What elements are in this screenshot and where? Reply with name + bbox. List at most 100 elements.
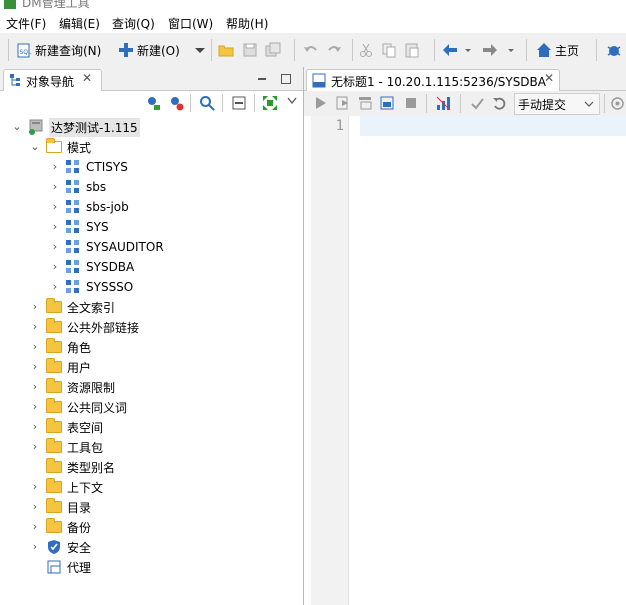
tree-item-contexts[interactable]: › 上下文 (30, 477, 103, 497)
folder-icon (46, 518, 62, 533)
tree-item-schema-folder[interactable]: ⌄ 模式 (30, 137, 91, 157)
copy-icon[interactable] (381, 42, 397, 58)
menu-edit[interactable]: 编辑(E) (59, 15, 100, 32)
rollback-icon[interactable] (492, 96, 507, 111)
tree-item-public-synonyms[interactable]: › 公共同义词 (30, 397, 127, 417)
search-icon[interactable] (199, 95, 215, 111)
forward-dropdown-icon[interactable] (503, 42, 519, 58)
tree-item-public-external-links[interactable]: › 公共外部链接 (30, 317, 139, 337)
tree-item-schema[interactable]: › sbs-job (50, 197, 129, 217)
maximize-icon[interactable] (280, 73, 292, 85)
chevron-right-icon[interactable]: › (30, 321, 40, 332)
chevron-right-icon[interactable]: › (30, 361, 40, 372)
undo-icon[interactable] (303, 42, 319, 58)
tree-item-directories[interactable]: › 目录 (30, 497, 91, 517)
debug-icon[interactable] (606, 42, 622, 58)
tree-item-label: sbs-job (86, 200, 129, 214)
tree-item-label: 类型别名 (67, 460, 116, 475)
chevron-right-icon[interactable]: › (50, 161, 60, 172)
statistics-icon[interactable] (436, 96, 451, 111)
back-arrow-icon[interactable] (442, 42, 458, 58)
chevron-right-icon[interactable]: › (30, 421, 40, 432)
tree-item-proxy[interactable]: 代理 (46, 557, 91, 577)
chevron-right-icon[interactable]: › (30, 441, 40, 452)
chevron-right-icon[interactable]: › (30, 301, 40, 312)
close-icon[interactable]: ✕ (82, 71, 92, 85)
commit-mode-select[interactable]: 手动提交 (514, 93, 600, 115)
chevron-down-icon (584, 101, 594, 107)
commit-check-icon[interactable] (470, 96, 485, 111)
tree-item-tablespaces[interactable]: › 表空间 (30, 417, 103, 437)
collapse-all-icon[interactable] (231, 95, 247, 111)
chevron-right-icon[interactable]: › (50, 221, 60, 232)
new-dropdown-icon[interactable] (192, 42, 208, 58)
tree-item-resource-limits[interactable]: › 资源限制 (30, 377, 115, 397)
menu-query[interactable]: 查询(Q) (112, 15, 155, 32)
chevron-right-icon[interactable]: › (30, 521, 40, 532)
close-icon[interactable]: ✕ (544, 71, 554, 85)
app-icon (4, 0, 16, 9)
settings-icon[interactable] (610, 96, 625, 111)
sql-editor[interactable]: 1 (304, 116, 626, 605)
tab-sql-editor[interactable]: 无标题1 - 10.20.1.115:5236/SYSDBA ✕ (306, 69, 560, 91)
menu-file[interactable]: 文件(F) (6, 15, 46, 32)
folder-icon (46, 418, 62, 433)
stop-icon[interactable] (404, 96, 418, 110)
expand-view-icon[interactable] (262, 95, 278, 111)
tree-item-security[interactable]: › 安全 (30, 537, 91, 557)
chevron-right-icon[interactable]: › (50, 281, 60, 292)
tree-item-schema[interactable]: › SYSDBA (50, 257, 134, 277)
explain-icon[interactable] (380, 96, 394, 110)
tree-item-users[interactable]: › 用户 (30, 357, 91, 377)
save-icon[interactable] (242, 42, 258, 58)
tree-item-schema[interactable]: › SYS (50, 217, 109, 237)
chevron-right-icon[interactable]: › (30, 501, 40, 512)
tree-item-packages[interactable]: › 工具包 (30, 437, 103, 457)
chevron-right-icon[interactable]: › (30, 401, 40, 412)
current-line-highlight (360, 116, 626, 136)
cut-icon[interactable] (358, 42, 374, 58)
run-icon[interactable] (314, 96, 328, 110)
chevron-right-icon[interactable]: › (50, 241, 60, 252)
forward-arrow-icon[interactable] (482, 42, 498, 58)
connect-icon[interactable] (145, 95, 161, 111)
folder-icon (46, 498, 62, 513)
tree-item-fulltext-index[interactable]: › 全文索引 (30, 297, 115, 317)
tree-root-connection[interactable]: ⌄ 达梦测试-1.115 (12, 117, 140, 137)
tab-object-navigator[interactable]: 对象导航 ✕ (3, 69, 102, 91)
menu-help[interactable]: 帮助(H) (226, 15, 268, 32)
chevron-right-icon[interactable]: › (30, 341, 40, 352)
chevron-right-icon[interactable]: › (50, 261, 60, 272)
redo-icon[interactable] (326, 42, 342, 58)
chevron-down-icon[interactable]: ⌄ (30, 141, 40, 152)
new-button[interactable]: 新建(O) (118, 40, 180, 60)
chevron-down-icon[interactable]: ⌄ (12, 121, 22, 132)
paste-icon[interactable] (404, 42, 420, 58)
view-menu-icon[interactable] (286, 95, 298, 107)
save-all-icon[interactable] (265, 42, 281, 58)
back-dropdown-icon[interactable] (460, 42, 476, 58)
tree-item-roles[interactable]: › 角色 (30, 337, 91, 357)
run-selection-icon[interactable] (358, 96, 372, 110)
tree-item-schema[interactable]: › SYSSSO (50, 277, 133, 297)
run-script-icon[interactable] (336, 96, 350, 110)
tree-item-label: 模式 (67, 140, 92, 155)
chevron-right-icon[interactable]: › (50, 181, 60, 192)
tree-item-schema[interactable]: › CTISYS (50, 157, 128, 177)
menu-window[interactable]: 窗口(W) (168, 15, 213, 32)
tree-item-type-aliases[interactable]: 类型别名 (46, 457, 115, 477)
tree-item-schema[interactable]: › sbs (50, 177, 106, 197)
tree-item-backups[interactable]: › 备份 (30, 517, 91, 537)
minimize-icon[interactable] (256, 73, 268, 85)
toolbar-separator (460, 94, 461, 113)
chevron-right-icon[interactable]: › (30, 381, 40, 392)
open-folder-icon[interactable] (218, 42, 234, 58)
home-button[interactable]: 主页 (536, 40, 579, 60)
chevron-right-icon[interactable]: › (30, 481, 40, 492)
chevron-right-icon[interactable]: › (50, 201, 60, 212)
disconnect-icon[interactable] (168, 95, 184, 111)
schema-icon (66, 180, 80, 194)
new-query-button[interactable]: SQL 新建查询(N) (16, 40, 101, 60)
chevron-right-icon[interactable]: › (30, 541, 40, 552)
tree-item-schema[interactable]: › SYSAUDITOR (50, 237, 164, 257)
